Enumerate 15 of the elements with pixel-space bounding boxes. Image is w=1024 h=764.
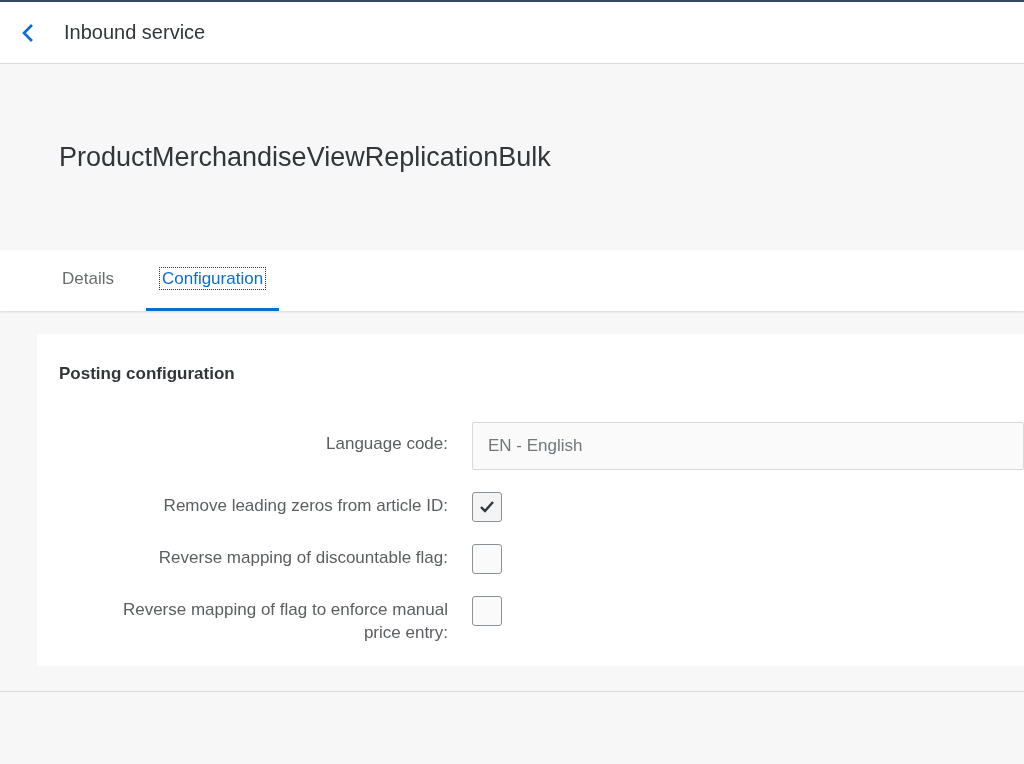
object-title: ProductMerchandiseViewReplicationBulk <box>59 141 551 173</box>
field-label: Language code: <box>325 433 448 455</box>
tab[interactable]: Details <box>48 250 128 311</box>
back-icon <box>22 22 34 43</box>
input-field[interactable]: EN - English <box>472 422 1024 470</box>
checkmark-icon <box>479 500 495 514</box>
page-title: Inbound service <box>64 21 206 44</box>
checkbox[interactable] <box>472 492 502 522</box>
field-label: Reverse mapping of discountable flag: <box>157 547 448 569</box>
section-title: Posting configuration <box>59 364 236 384</box>
tab[interactable]: Configuration <box>145 250 280 311</box>
field-label: Reverse mapping of flag to enforce manual price entry: <box>121 599 448 644</box>
checkbox[interactable] <box>472 544 502 574</box>
field-label: Remove leading zeros from article ID: <box>162 495 448 517</box>
checkbox[interactable] <box>472 596 502 626</box>
